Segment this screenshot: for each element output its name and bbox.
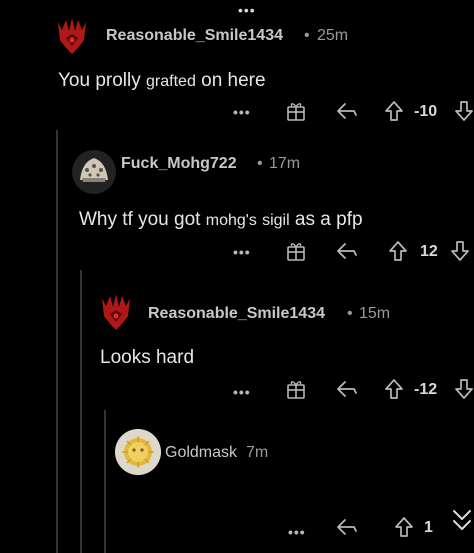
award-button[interactable] <box>286 100 306 122</box>
collapsed-thread-dots[interactable]: ••• <box>238 2 256 18</box>
upvote-button[interactable] <box>394 516 414 538</box>
downvote-button[interactable] <box>454 378 474 400</box>
comment-body: Why tf you got mohg's sigil as a pfp <box>79 209 363 230</box>
thread-line-3 <box>104 410 106 553</box>
more-options-button[interactable]: ••• <box>233 104 251 120</box>
comment-separator: • <box>347 305 353 322</box>
downvote-icon <box>455 101 473 121</box>
vote-score: 1 <box>424 519 433 536</box>
thread-line-2 <box>80 270 82 553</box>
sigil-icon <box>58 18 86 54</box>
sigil-icon <box>102 294 130 330</box>
reply-icon <box>337 519 357 535</box>
user-avatar-sigil[interactable] <box>52 16 92 56</box>
award-button[interactable] <box>286 378 306 400</box>
downvote-icon <box>451 241 469 261</box>
upvote-icon <box>395 517 413 537</box>
upvote-button[interactable] <box>384 378 404 400</box>
reply-button[interactable] <box>336 379 358 399</box>
vote-score: -10 <box>414 103 438 120</box>
comment-separator: • <box>257 155 263 172</box>
comment-age: 17m <box>269 155 301 172</box>
reply-icon <box>337 103 357 119</box>
gift-icon <box>287 243 305 261</box>
user-avatar-goldmask[interactable] <box>115 429 161 475</box>
vote-score: 12 <box>420 243 438 260</box>
gift-icon <box>287 103 305 121</box>
upvote-button[interactable] <box>384 100 404 122</box>
reply-button[interactable] <box>336 517 358 537</box>
user-avatar-mohg[interactable] <box>72 150 116 194</box>
reply-button[interactable] <box>336 241 358 261</box>
comment-body: Looks hard <box>100 347 195 368</box>
reply-button[interactable] <box>336 101 358 121</box>
award-button[interactable] <box>286 240 306 262</box>
vote-score: -12 <box>414 381 438 398</box>
comment-separator: • <box>304 27 310 44</box>
collapse-chevron-button[interactable] <box>450 505 474 541</box>
comment-username[interactable]: Reasonable_Smile1434 <box>148 305 325 323</box>
comment-age: 15m <box>359 305 391 322</box>
thread-line-1 <box>56 130 58 553</box>
comment-age: 25m <box>317 27 349 44</box>
gift-icon <box>287 381 305 399</box>
upvote-icon <box>389 241 407 261</box>
helmet-icon <box>72 150 116 194</box>
reply-icon <box>337 243 357 259</box>
user-avatar-sigil[interactable] <box>96 292 136 332</box>
reply-icon <box>337 381 357 397</box>
comment-username[interactable]: Goldmask <box>165 444 237 462</box>
more-options-button[interactable]: ••• <box>233 244 251 260</box>
comment-age: 7m <box>246 444 269 461</box>
comment-body: You prolly grafted on here <box>58 70 266 91</box>
downvote-icon <box>455 379 473 399</box>
more-options-button[interactable]: ••• <box>288 524 306 540</box>
upvote-icon <box>385 101 403 121</box>
comment-username[interactable]: Reasonable_Smile1434 <box>106 27 283 45</box>
upvote-button[interactable] <box>388 240 408 262</box>
upvote-icon <box>385 379 403 399</box>
double-chevron-down-icon <box>453 510 471 530</box>
downvote-button[interactable] <box>450 240 470 262</box>
golden-mask-icon <box>115 429 161 475</box>
downvote-button[interactable] <box>454 100 474 122</box>
more-options-button[interactable]: ••• <box>233 384 251 400</box>
comment-username[interactable]: Fuck_Mohg722 <box>121 155 237 173</box>
